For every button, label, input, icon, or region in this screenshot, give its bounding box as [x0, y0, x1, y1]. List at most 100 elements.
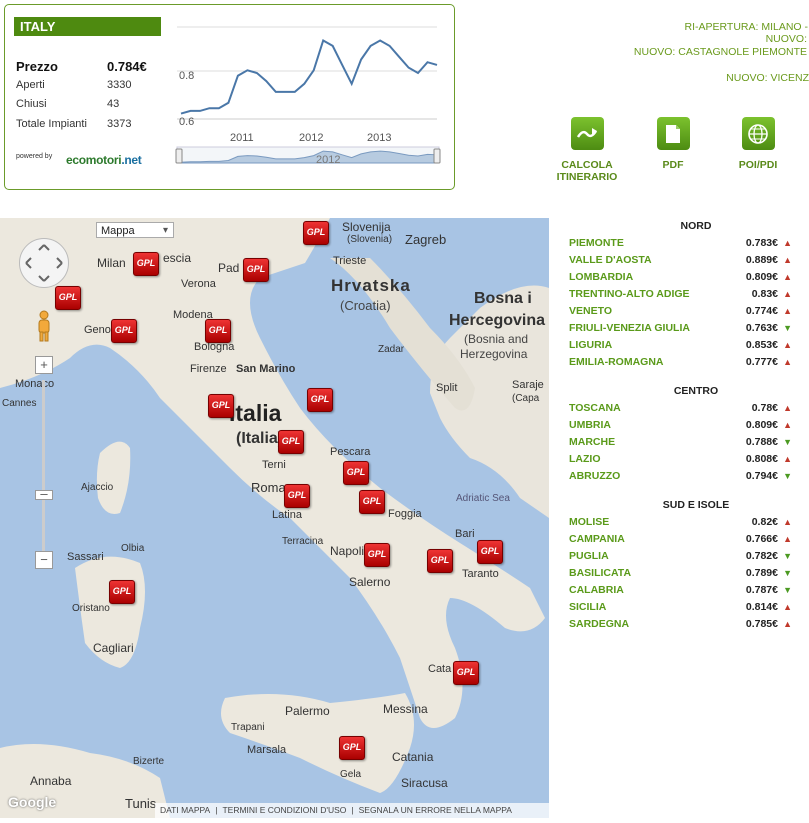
- gpl-station-marker[interactable]: GPL: [284, 484, 310, 508]
- terms-link[interactable]: TERMINI E CONDIZIONI D'USO: [217, 805, 351, 815]
- map-label-split: Split: [436, 382, 458, 394]
- region-name[interactable]: TRENTINO-ALTO ADIGE: [569, 286, 690, 303]
- region-name[interactable]: BASILICATA: [569, 565, 631, 582]
- map-label-herzegovina: Herzegovina: [460, 347, 528, 361]
- zoom-slider-handle[interactable]: –: [35, 487, 53, 500]
- region-name[interactable]: PUGLIA: [569, 548, 609, 565]
- region-group-title: CENTRO: [673, 385, 719, 397]
- gpl-station-marker[interactable]: GPL: [303, 221, 329, 245]
- region-name[interactable]: SICILIA: [569, 599, 606, 616]
- region-price: 0.853€: [745, 339, 778, 351]
- gpl-station-marker[interactable]: GPL: [359, 490, 385, 514]
- trend-up-icon: ▲: [783, 340, 792, 350]
- gpl-station-marker[interactable]: GPL: [205, 319, 231, 343]
- region-row[interactable]: VALLE D'AOSTA 0.889€ ▲: [566, 252, 806, 269]
- region-name[interactable]: CALABRIA: [569, 582, 624, 599]
- pegman-icon[interactable]: [35, 310, 53, 342]
- navigator-handle-right[interactable]: [433, 148, 441, 164]
- region-name[interactable]: LOMBARDIA: [569, 269, 633, 286]
- map-label-italia: Italia: [229, 400, 282, 426]
- region-row[interactable]: TRENTINO-ALTO ADIGE 0.83€ ▲: [566, 286, 806, 303]
- price-summary-panel: ITALY Prezzo 0.784€ Aperti 3330 Chiusi 4…: [4, 4, 455, 190]
- region-name[interactable]: PIEMONTE: [569, 235, 624, 252]
- region-row[interactable]: TOSCANA 0.78€ ▲: [566, 400, 806, 417]
- gpl-station-marker[interactable]: GPL: [477, 540, 503, 564]
- pan-control[interactable]: [19, 238, 69, 288]
- map-label-hercegovina: Hercegovina: [449, 312, 546, 329]
- region-name[interactable]: MARCHE: [569, 434, 615, 451]
- gpl-station-marker[interactable]: GPL: [307, 388, 333, 412]
- region-row[interactable]: FRIULI-VENEZIA GIULIA 0.763€ ▼: [566, 320, 806, 337]
- pdf-button[interactable]: PDF: [633, 117, 713, 171]
- news-item[interactable]: RI-APERTURA: MILANO -: [685, 21, 809, 33]
- region-price: 0.82€: [751, 516, 778, 528]
- region-row[interactable]: VENETO 0.774€ ▲: [566, 303, 806, 320]
- region-name[interactable]: SARDEGNA: [569, 616, 629, 633]
- globe-icon: [741, 117, 775, 150]
- map-label-sarajevo: Saraje: [512, 379, 544, 391]
- map-label-roma: Roma: [251, 480, 286, 495]
- map-view[interactable]: Italia (Italia) Hrvatska (Croatia) Bosna…: [0, 218, 549, 818]
- region-row[interactable]: SARDEGNA 0.785€ ▲: [566, 616, 806, 633]
- closed-stations-label: Chiusi: [16, 98, 47, 110]
- region-name[interactable]: VENETO: [569, 303, 612, 320]
- map-footer: DATI MAPPA | TERMINI E CONDIZIONI D'USO | SE…: [155, 803, 549, 818]
- region-price: 0.889€: [745, 254, 778, 266]
- gpl-station-marker[interactable]: GPL: [109, 580, 135, 604]
- gpl-station-marker[interactable]: GPL: [208, 394, 234, 418]
- region-group-title: NORD: [680, 220, 712, 232]
- region-name[interactable]: LIGURIA: [569, 337, 612, 354]
- region-row[interactable]: LIGURIA 0.853€ ▲: [566, 337, 806, 354]
- region-row[interactable]: MOLISE 0.82€ ▲: [566, 514, 806, 531]
- region-name[interactable]: LAZIO: [569, 451, 601, 468]
- ecomotori-logo[interactable]: ecomotori.net: [66, 153, 142, 167]
- region-name[interactable]: TOSCANA: [569, 400, 621, 417]
- gpl-station-marker[interactable]: GPL: [364, 543, 390, 567]
- gpl-station-marker[interactable]: GPL: [111, 319, 137, 343]
- region-row[interactable]: PUGLIA 0.782€ ▼: [566, 548, 806, 565]
- region-name[interactable]: CAMPANIA: [569, 531, 625, 548]
- region-row[interactable]: LOMBARDIA 0.809€ ▲: [566, 269, 806, 286]
- poi-label: POI/PDI: [738, 159, 778, 171]
- region-row[interactable]: ABRUZZO 0.794€ ▼: [566, 468, 806, 485]
- region-row[interactable]: LAZIO 0.808€ ▲: [566, 451, 806, 468]
- map-data-link[interactable]: DATI MAPPA: [155, 805, 215, 815]
- zoom-slider-track[interactable]: [42, 380, 45, 558]
- map-type-select[interactable]: Mappa: [96, 222, 174, 239]
- zoom-out-button[interactable]: −: [35, 551, 53, 569]
- poi-button[interactable]: POI/PDI: [718, 117, 798, 171]
- region-row[interactable]: CALABRIA 0.787€ ▼: [566, 582, 806, 599]
- gpl-station-marker[interactable]: GPL: [427, 549, 453, 573]
- news-item[interactable]: NUOVO:: [766, 33, 807, 45]
- region-name[interactable]: FRIULI-VENEZIA GIULIA: [569, 320, 690, 337]
- zoom-in-button[interactable]: +: [35, 356, 53, 374]
- gpl-station-marker[interactable]: GPL: [278, 430, 304, 454]
- gpl-station-marker[interactable]: GPL: [343, 461, 369, 485]
- region-name[interactable]: ABRUZZO: [569, 468, 620, 485]
- region-row[interactable]: SICILIA 0.814€ ▲: [566, 599, 806, 616]
- region-name[interactable]: MOLISE: [569, 514, 609, 531]
- gpl-station-marker[interactable]: GPL: [133, 252, 159, 276]
- region-row[interactable]: CAMPANIA 0.766€ ▲: [566, 531, 806, 548]
- region-name[interactable]: EMILIA-ROMAGNA: [569, 354, 664, 371]
- news-item[interactable]: NUOVO: VICENZ: [726, 72, 809, 84]
- region-row[interactable]: BASILICATA 0.789€ ▼: [566, 565, 806, 582]
- gpl-station-marker[interactable]: GPL: [55, 286, 81, 310]
- price-history-chart[interactable]: 0.8 0.6 2011 2012 2013 2012: [175, 13, 445, 173]
- navigator-handle-left[interactable]: [175, 148, 183, 164]
- region-name[interactable]: UMBRIA: [569, 417, 611, 434]
- map-label-firenze: Firenze: [190, 363, 227, 375]
- region-row[interactable]: UMBRIA 0.809€ ▲: [566, 417, 806, 434]
- region-row[interactable]: MARCHE 0.788€ ▼: [566, 434, 806, 451]
- map-label-bizerte: Bizerte: [133, 756, 165, 767]
- region-row[interactable]: PIEMONTE 0.783€ ▲: [566, 235, 806, 252]
- region-name[interactable]: VALLE D'AOSTA: [569, 252, 652, 269]
- calculate-route-button[interactable]: CALCOLA ITINERARIO: [547, 117, 627, 183]
- gpl-station-marker[interactable]: GPL: [339, 736, 365, 760]
- gpl-station-marker[interactable]: GPL: [243, 258, 269, 282]
- region-row[interactable]: EMILIA-ROMAGNA 0.777€ ▲: [566, 354, 806, 371]
- gpl-station-marker[interactable]: GPL: [453, 661, 479, 685]
- pdf-icon: [656, 117, 690, 150]
- report-error-link[interactable]: SEGNALA UN ERRORE NELLA MAPPA: [354, 805, 517, 815]
- news-item[interactable]: NUOVO: CASTAGNOLE PIEMONTE: [634, 46, 807, 58]
